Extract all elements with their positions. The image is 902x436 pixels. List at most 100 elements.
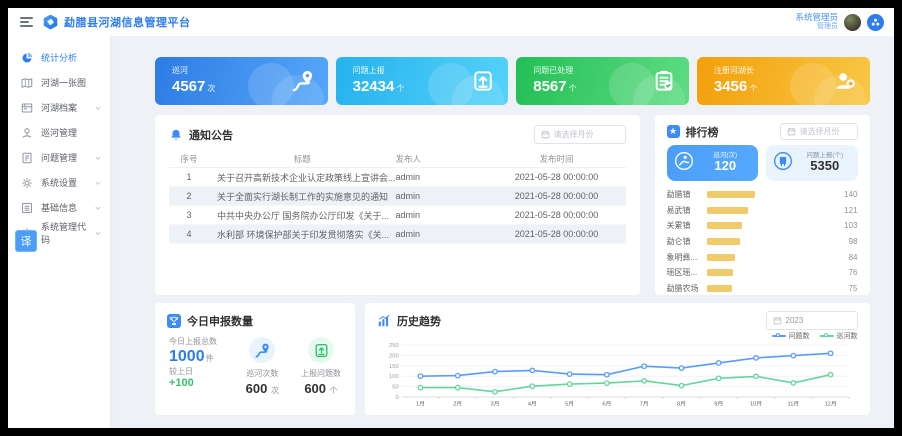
today-total-value: 1000件	[169, 347, 217, 367]
ranking-row-bar	[707, 254, 736, 261]
notice-row[interactable]: 1关于召开高新技术企业认定政策线上宣讲会...admin2021-05-28 0…	[169, 168, 626, 187]
today-total-label: 今日上报总数	[169, 337, 217, 347]
legend-item[interactable]: 巡河数	[820, 331, 858, 340]
sidebar-item-7[interactable]: 基础信息	[8, 195, 110, 220]
user-add-icon	[834, 70, 856, 92]
chevron-down-icon	[94, 154, 102, 162]
ranking-row-value: 84	[849, 253, 858, 262]
trend-panel: 历史趋势 问题数巡河数 0501001502002501月2月3月4月5月6月7…	[365, 303, 870, 415]
svg-text:0: 0	[395, 395, 398, 401]
ranking-row: 关累镇103	[667, 218, 858, 234]
today-metrics: 巡河次数600 次上报问题数600 个	[246, 337, 341, 396]
metric-value: 600 次	[246, 381, 279, 396]
ranking-row-value: 140	[844, 190, 857, 199]
ranking-month-input[interactable]	[800, 127, 851, 136]
gear-icon	[21, 177, 33, 189]
ranking-row-bar	[707, 191, 755, 198]
list-icon	[21, 202, 33, 214]
map-icon	[21, 77, 33, 89]
ranking-row-name: 勐仑镇	[667, 236, 704, 247]
notice-row-title: 关于召开高新技术企业认定政策线上宣讲会...	[209, 171, 396, 184]
legend-label: 问题数	[789, 331, 810, 341]
svg-text:7月: 7月	[640, 401, 649, 408]
notice-row-time: 2021-05-28 00:00:00	[488, 210, 626, 220]
stat-card-4: 注册河湖长3456个	[697, 57, 870, 105]
ranking-row: 勐腊农场 75	[667, 281, 858, 297]
ranking-row-value: 76	[849, 268, 858, 277]
calendar-icon	[773, 316, 782, 325]
notice-row-publisher: admin	[396, 172, 488, 182]
trend-year-picker[interactable]	[766, 311, 858, 330]
notice-table-header: 序号 标题 发布人 发布时间	[169, 150, 626, 168]
notice-row-publisher: admin	[396, 210, 488, 220]
notice-row-time: 2021-05-28 00:00:00	[488, 172, 626, 182]
app-window: 勐腊县河湖信息管理平台 系统管理员 管理员 统计分析河湖一张图河湖档案巡河管理问…	[8, 8, 894, 428]
svg-text:150: 150	[389, 364, 399, 370]
notice-row[interactable]: 2关于全面实行湖长制工作的实施意见的通知admin2021-05-28 00:0…	[169, 187, 626, 206]
legend-label: 巡河数	[837, 331, 858, 341]
notice-row-title: 中共中央办公厅 国务院办公厅印发《关于...	[209, 209, 396, 222]
user-menu[interactable]: 系统管理员 管理员	[795, 13, 838, 31]
sidebar-item-6[interactable]: 系统设置	[8, 170, 110, 195]
sidebar-item-label: 河湖一张图	[41, 76, 86, 89]
svg-text:200: 200	[389, 353, 399, 359]
notice-row-no: 2	[169, 191, 209, 201]
today-delta-value: +100	[169, 377, 217, 391]
stat-card-2: 问题上报32434个	[336, 57, 509, 105]
hamburger-menu-icon[interactable]	[20, 17, 33, 27]
ranking-chip-2: 问题上报(个)5350	[766, 145, 858, 181]
star-icon: ★	[667, 125, 680, 138]
trend-year-input[interactable]	[786, 316, 851, 325]
sidebar-item-label: 问题管理	[41, 151, 77, 164]
ranking-row: 瑶区瑶...76	[667, 265, 858, 281]
trend-chart: 0501001502002501月2月3月4月5月6月7月8月9月10月11月1…	[377, 340, 858, 408]
ranking-row: 象明彝...84	[667, 249, 858, 265]
svg-text:9月: 9月	[714, 401, 723, 408]
apps-icon[interactable]	[867, 14, 884, 31]
notice-row-time: 2021-05-28 00:00:00	[488, 191, 626, 201]
ranking-title: 排行榜	[686, 124, 719, 140]
issue-doc-icon	[21, 152, 33, 164]
svg-text:10月: 10月	[750, 401, 762, 408]
today-metric-1: 巡河次数 600 次	[246, 337, 279, 396]
notice-row-publisher: admin	[396, 229, 488, 239]
svg-text:1月: 1月	[416, 401, 425, 408]
avatar[interactable]	[844, 14, 861, 31]
ranking-row: 易武镇121	[667, 203, 858, 219]
trend-legend: 问题数 巡河数	[377, 331, 858, 340]
sidebar-item-3[interactable]: 河湖档案	[8, 95, 110, 120]
ranking-month-picker[interactable]	[780, 123, 858, 140]
ranking-row-name: 勐腊农场	[667, 283, 704, 294]
metric-label: 巡河次数	[246, 368, 278, 379]
ranking-row-bar	[707, 269, 733, 276]
bell-icon	[169, 128, 183, 142]
today-panel: 今日申报数量 今日上报总数 1000件 较上日 +100 巡河次数600 次上报…	[155, 303, 355, 415]
today-delta-label: 较上日	[169, 367, 217, 377]
sidebar-item-2[interactable]: 河湖一张图	[8, 70, 110, 95]
trophy-icon	[167, 314, 181, 328]
legend-item[interactable]: 问题数	[772, 331, 810, 340]
top-header: 勐腊县河湖信息管理平台 系统管理员 管理员	[8, 8, 894, 36]
notice-title: 通知公告	[189, 127, 233, 143]
app-logo	[43, 15, 58, 30]
svg-text:3月: 3月	[490, 401, 499, 408]
notice-month-input[interactable]	[554, 130, 619, 139]
ranking-row-name: 勐腊镇	[667, 189, 704, 200]
patrol-route-icon	[249, 337, 275, 363]
stat-card-3: 问题已处理8567个	[516, 57, 689, 105]
float-translate-button[interactable]: 译	[15, 230, 37, 252]
svg-text:11月: 11月	[787, 401, 799, 408]
sidebar-item-5[interactable]: 问题管理	[8, 145, 110, 170]
sidebar-item-1[interactable]: 统计分析	[8, 45, 110, 70]
notice-month-picker[interactable]	[534, 125, 626, 144]
archive-icon	[21, 102, 33, 114]
notice-row[interactable]: 4水利部 环境保护部关于印发贯彻落实《关...admin2021-05-28 0…	[169, 225, 626, 244]
sidebar-item-4[interactable]: 巡河管理	[8, 120, 110, 145]
ranking-row-bar	[707, 285, 733, 292]
notice-row[interactable]: 3中共中央办公厅 国务院办公厅印发《关于...admin2021-05-28 0…	[169, 206, 626, 225]
ranking-row-value: 75	[849, 284, 858, 293]
svg-text:50: 50	[392, 385, 398, 391]
ranking-chip-1: 巡河(次)120	[667, 145, 759, 181]
svg-text:12月: 12月	[825, 401, 837, 408]
notice-row-title: 关于全面实行湖长制工作的实施意见的通知	[209, 190, 396, 203]
